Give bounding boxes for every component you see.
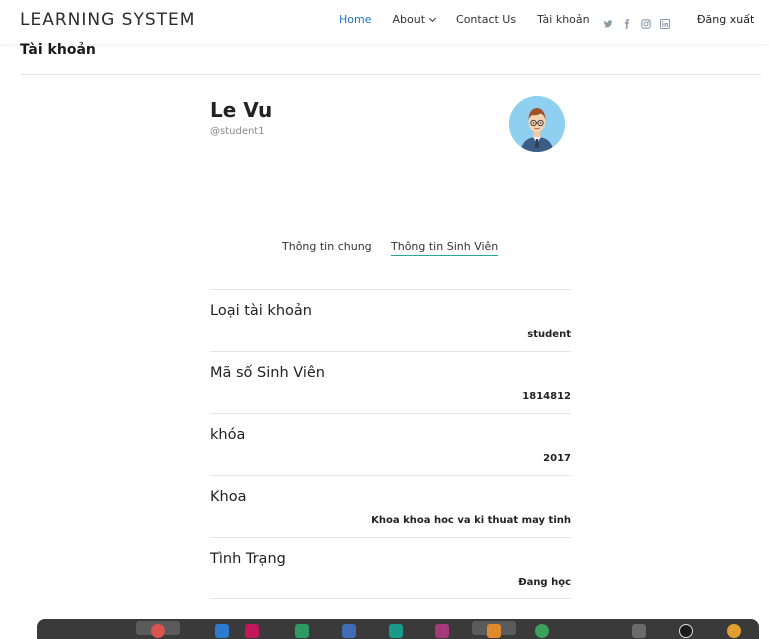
list-item: Khoa Khoa khoa hoc va ki thuat may tinh [210,475,571,537]
top-navbar: LEARNING SYSTEM Home About Contact Us Tà… [0,0,769,44]
app-icon[interactable] [342,624,356,638]
nav-home[interactable]: Home [339,13,371,26]
taskbar-dock [37,619,759,639]
list-item: Mã số Sinh Viên 1814812 [210,351,571,413]
avatar-illustration [509,96,565,152]
field-value: Khoa khoa hoc va ki thuat may tinh [371,515,571,526]
app-icon[interactable] [151,624,165,638]
nav-about-label: About [392,13,426,26]
field-label: Mã số Sinh Viên [210,365,326,381]
app-icon[interactable] [389,624,403,638]
app-icon[interactable] [215,624,229,638]
logout-link[interactable]: Đăng xuất [697,13,754,26]
field-value: 2017 [543,453,571,464]
tab-general-info[interactable]: Thông tin chung [282,240,372,253]
main-nav: Home About Contact Us Tài khoản [339,13,611,26]
app-icon[interactable] [295,624,309,638]
student-info-list: Loại tài khoản student Mã số Sinh Viên 1… [210,289,571,599]
app-icon[interactable] [245,624,259,638]
app-icon[interactable] [435,624,449,638]
field-label: Khoa [210,489,247,505]
avatar [509,96,565,152]
instagram-icon[interactable] [641,14,651,29]
field-value: student [527,329,571,340]
field-value: 1814812 [522,391,571,402]
brand-logo[interactable]: LEARNING SYSTEM [20,10,195,30]
profile-handle: @student1 [210,126,265,137]
list-item: khóa 2017 [210,413,571,475]
twitter-icon[interactable] [603,14,613,28]
list-item: Tình Trạng Đang học [210,537,571,599]
app-icon[interactable] [679,624,693,638]
page-title: Tài khoản [20,42,96,58]
profile-name: Le Vu [210,98,273,122]
app-icon[interactable] [535,624,549,638]
chevron-down-icon [428,14,437,23]
app-icon[interactable] [727,624,741,638]
divider [21,74,761,75]
field-label: Tình Trạng [210,551,286,567]
field-label: khóa [210,427,246,443]
nav-account[interactable]: Tài khoản [537,13,590,26]
facebook-icon[interactable] [622,14,632,29]
nav-contact-us[interactable]: Contact Us [456,13,516,26]
linkedin-icon[interactable] [660,14,670,29]
app-icon[interactable] [632,624,646,638]
nav-about[interactable]: About [392,13,437,26]
social-links [603,14,679,29]
app-icon[interactable] [487,624,501,638]
list-item: Loại tài khoản student [210,289,571,351]
field-label: Loại tài khoản [210,303,312,319]
tab-student-info[interactable]: Thông tin Sinh Viên [391,240,499,256]
field-value: Đang học [518,577,571,588]
